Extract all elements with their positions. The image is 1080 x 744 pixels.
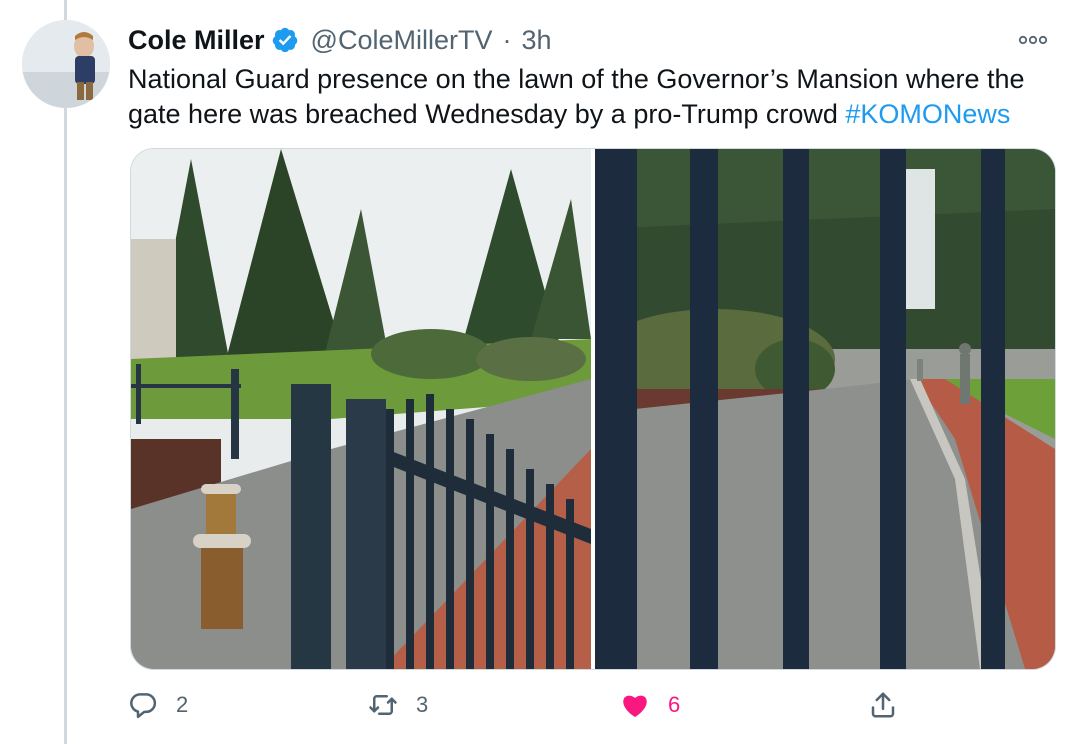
tweet-timestamp[interactable]: 3h (521, 25, 551, 56)
photo-gate-bars[interactable] (595, 149, 1055, 669)
photo-gate-bars-image (595, 149, 1055, 669)
avatar[interactable] (22, 20, 110, 108)
author-handle[interactable]: @ColeMillerTV (311, 25, 493, 56)
hashtag-link[interactable]: #KOMONews (845, 99, 1010, 129)
more-horizontal-icon (1018, 35, 1048, 45)
tweet-text: National Guard presence on the lawn of t… (128, 62, 1063, 132)
photo-gate-open-image (131, 149, 591, 669)
tweet-actions: 2 3 6 (128, 684, 1080, 726)
verified-badge-icon (272, 27, 297, 53)
heart-filled-icon (623, 695, 647, 717)
header-separator: · (502, 24, 512, 55)
author-name[interactable]: Cole Miller (128, 25, 265, 56)
more-options-button[interactable] (1016, 24, 1050, 56)
tweet-header: Cole Miller @ColeMillerTV · 3h (128, 20, 1050, 60)
media-grid (130, 148, 1056, 670)
like-count: 6 (668, 692, 681, 717)
photo-gate-open[interactable] (131, 149, 591, 669)
reply-button[interactable]: 2 (128, 684, 188, 726)
avatar-photo (22, 20, 110, 108)
reply-bubble-icon (130, 693, 157, 719)
share-button[interactable] (868, 684, 916, 726)
retweet-count: 3 (416, 692, 429, 717)
thread-line (64, 0, 67, 744)
share-icon (871, 692, 895, 718)
retweet-icon (369, 695, 397, 715)
retweet-button[interactable]: 3 (368, 684, 428, 726)
reply-count: 2 (176, 692, 189, 717)
like-button[interactable]: 6 (620, 684, 680, 726)
